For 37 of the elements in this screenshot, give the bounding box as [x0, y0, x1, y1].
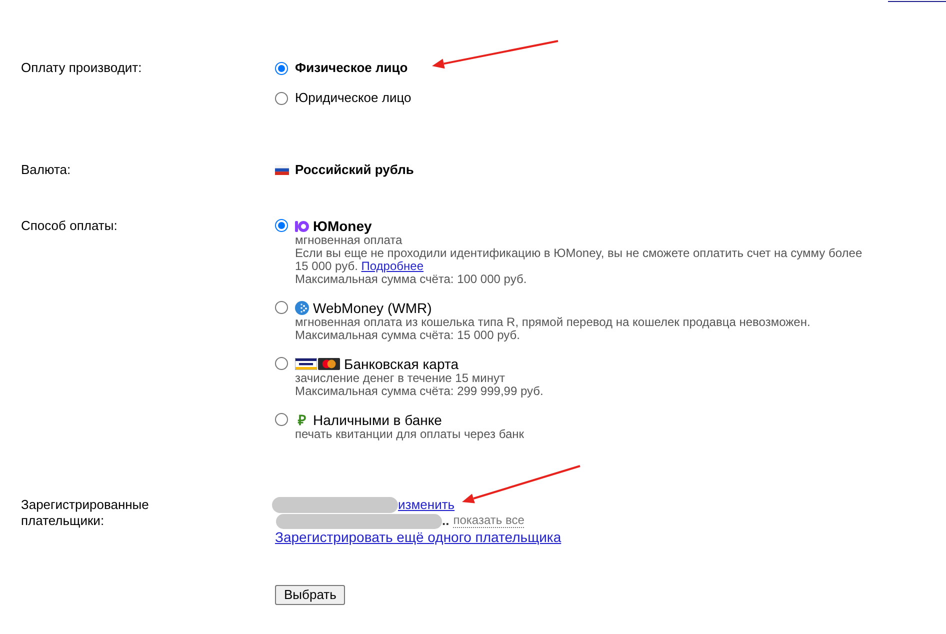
radio-button[interactable]	[275, 413, 288, 426]
option-description: зачисление денег в течение 15 минут	[295, 372, 506, 385]
currency-value: Российский рубль	[295, 161, 414, 180]
option-label[interactable]: Банковская карта	[344, 356, 458, 372]
ruble-icon: ₽	[295, 412, 309, 428]
option-label[interactable]: Юридическое лицо	[295, 88, 412, 108]
select-button[interactable]: Выбрать	[275, 585, 346, 605]
show-all-link[interactable]: показать все	[453, 514, 524, 528]
option-label[interactable]: Физическое лицо	[295, 58, 408, 78]
option-label[interactable]: Наличными в банке	[313, 412, 442, 428]
radio-button[interactable]	[275, 301, 288, 314]
field-label: Способ оплаты:	[21, 218, 118, 233]
card-icon	[295, 358, 317, 370]
option-description: мгновенная оплата из кошелька типа R, прямой перевод на кошелек продавца невозможен.	[295, 316, 812, 329]
flag-icon	[275, 165, 289, 175]
radio-button[interactable]	[275, 92, 288, 104]
option-description: мгновенная оплата	[295, 234, 404, 247]
card-icon	[318, 358, 340, 370]
register-payer-link[interactable]: Зарегистрировать ещё одного плательщика	[275, 529, 562, 545]
logo-icon	[295, 220, 309, 232]
option-description: Максимальная сумма счёта: 100 000 руб.	[295, 273, 528, 286]
ellipsis-text: ..	[442, 513, 450, 529]
field-label: Зарегистрированные плательщики:	[21, 497, 150, 529]
radio-button[interactable]	[275, 219, 288, 232]
globe-icon	[295, 301, 309, 315]
radio-button[interactable]	[275, 357, 288, 370]
option-description: Максимальная сумма счёта: 15 000 руб.	[295, 329, 521, 342]
radio-button[interactable]	[275, 62, 288, 74]
field-label: Оплату производит:	[21, 60, 142, 75]
option-description: Если вы еще не проходили идентификацию в ЮMoney, вы не сможете оплатить счет на сумму более 15 000 руб. Подробнее	[295, 247, 864, 273]
option-label[interactable]: WebMoney (WMR)	[313, 300, 432, 316]
option-description: Максимальная сумма счёта: 299 999,99 руб.	[295, 385, 544, 398]
option-label[interactable]: ЮMoney	[313, 218, 372, 234]
option-description: печать квитанции для оплаты через банк	[295, 428, 525, 441]
more-link[interactable]: Подробнее	[361, 259, 424, 273]
field-label: Валюта:	[21, 162, 71, 177]
edit-link[interactable]: изменить	[398, 497, 455, 513]
